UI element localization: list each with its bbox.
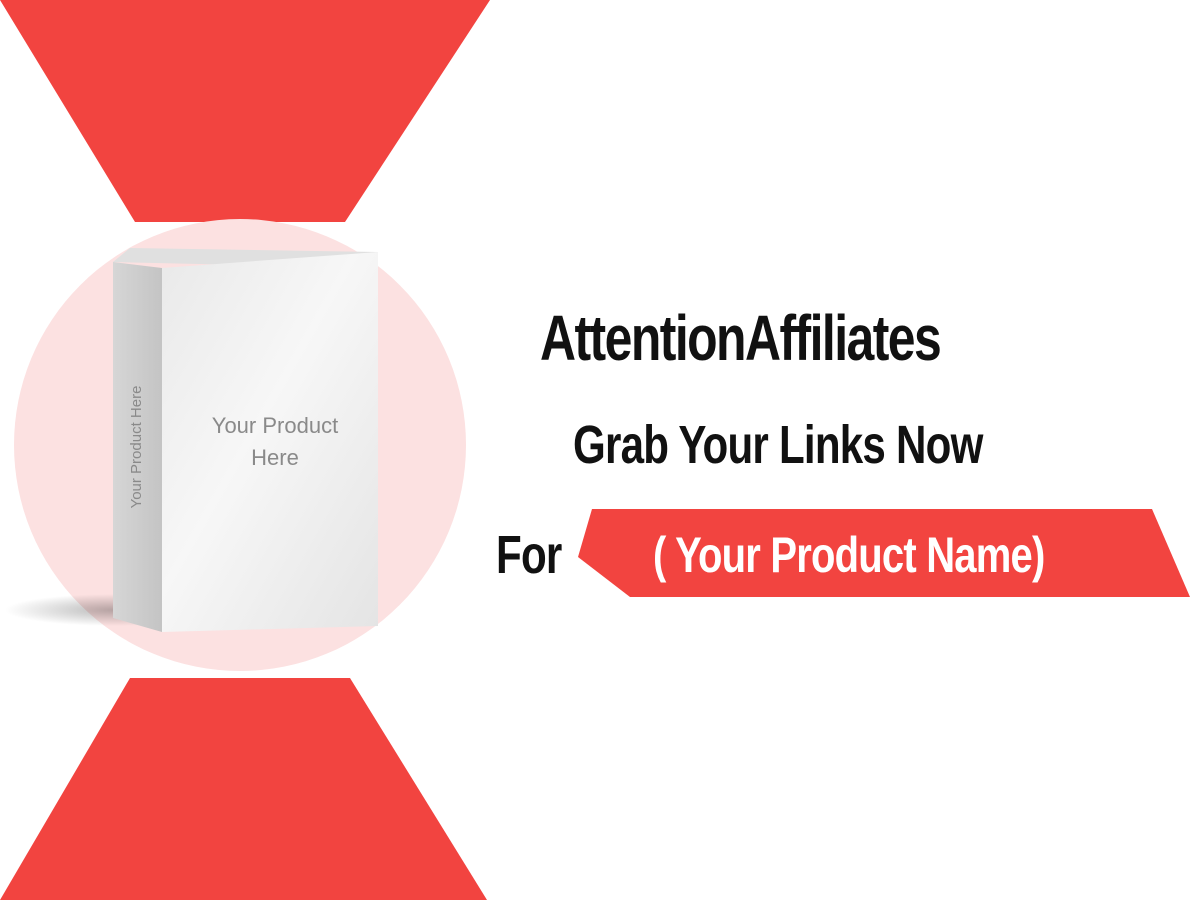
top-red-triangle [0,0,490,222]
brand-title: AttentionAffiliates [540,302,942,374]
box-front-label-line2: Here [251,445,299,470]
banner-canvas: Your Product Here Your Product Here Atte… [0,0,1200,900]
bottom-red-triangle [0,678,487,900]
box-spine-label: Your Product Here [128,385,145,509]
box-front-label: Your Product Here [170,410,380,474]
for-label: For [496,525,562,585]
tagline: Grab Your Links Now [573,415,983,475]
product-name-label: ( Your Product Name) [653,527,1045,583]
box-front-label-line1: Your Product [211,413,339,438]
